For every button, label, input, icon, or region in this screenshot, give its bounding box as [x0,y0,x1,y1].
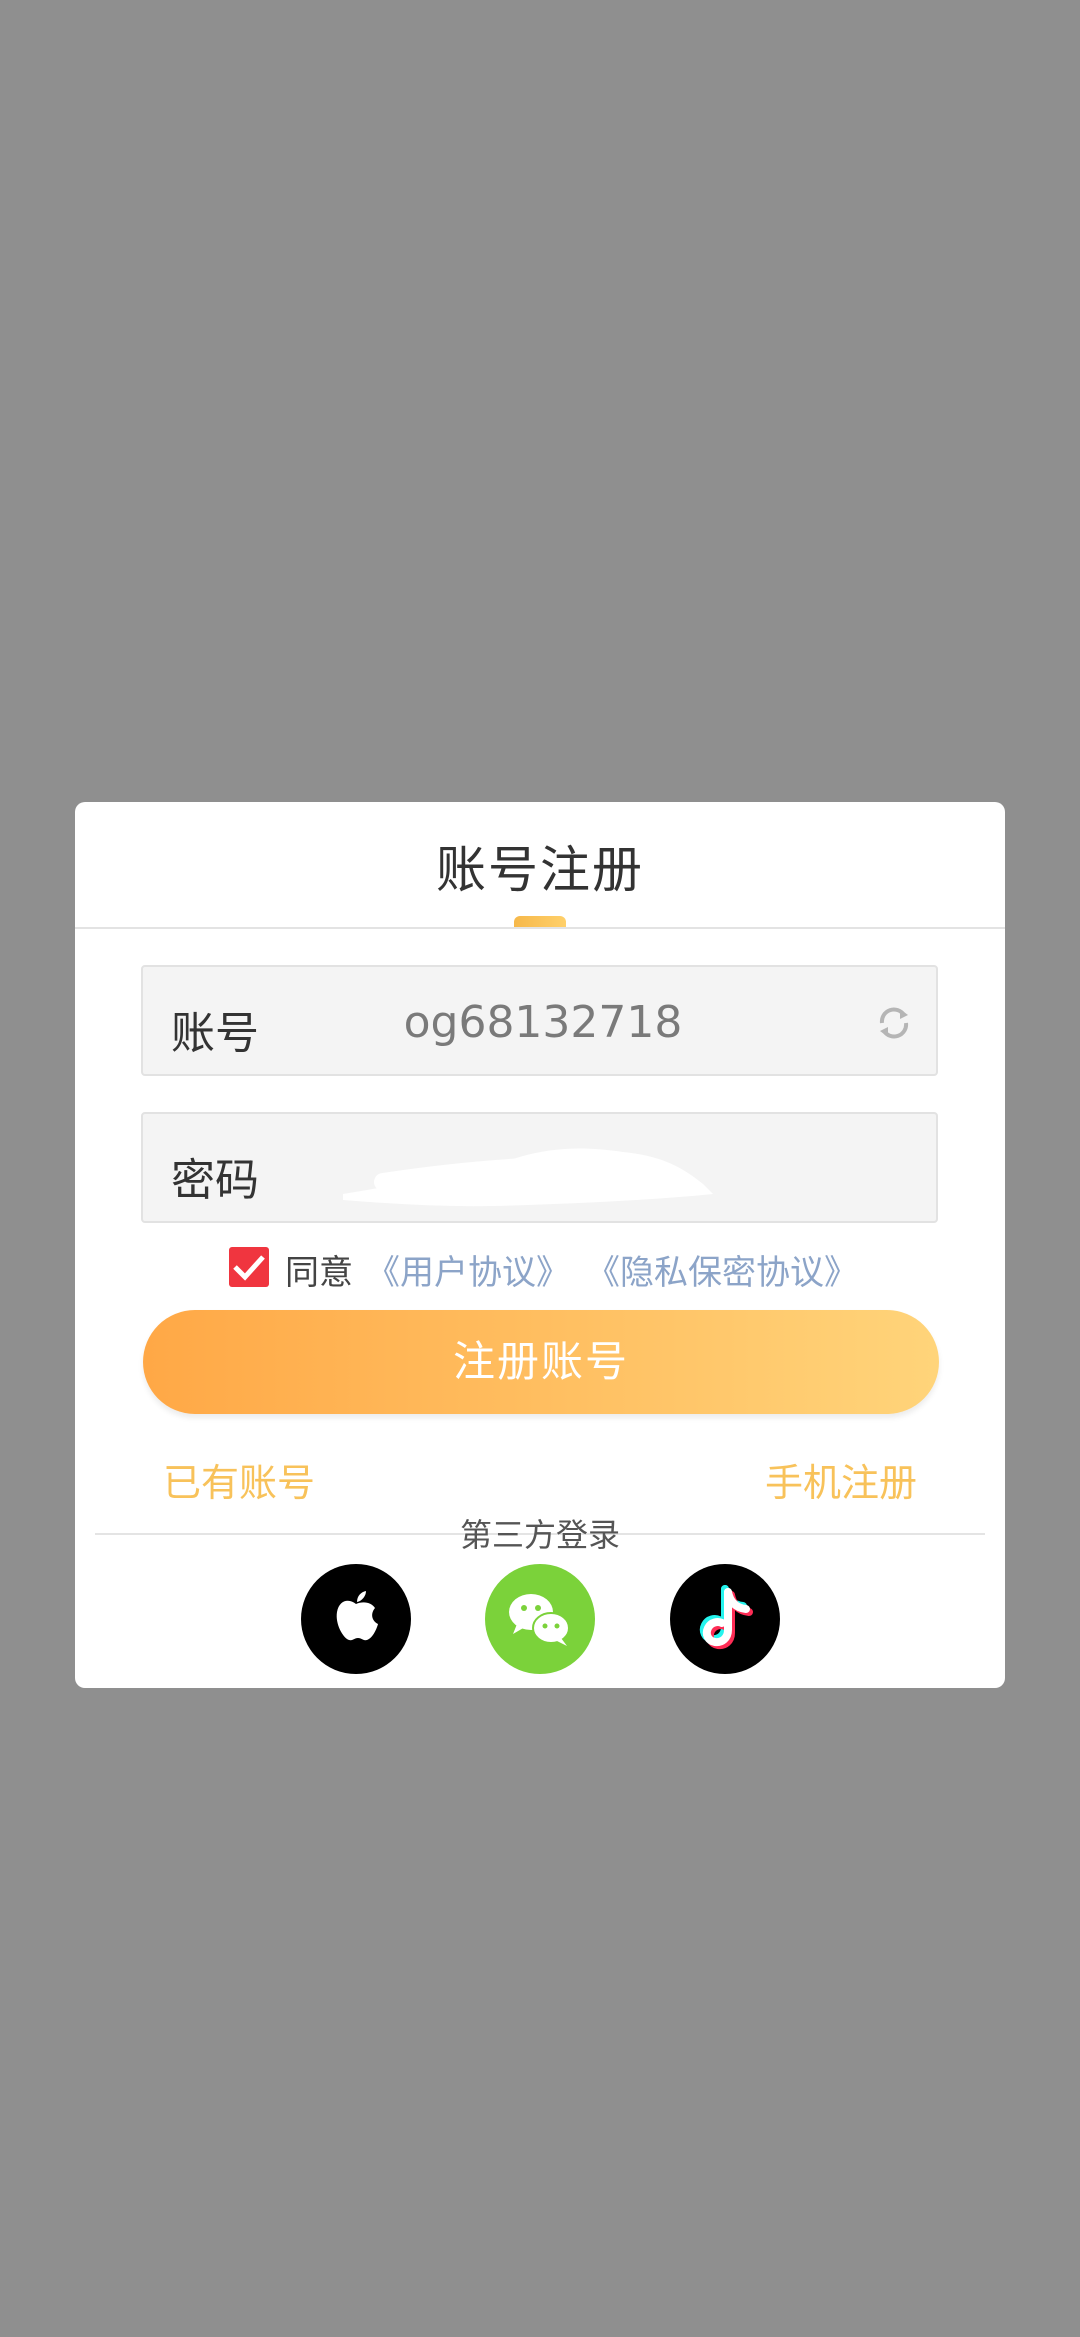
password-masked-value[interactable] [323,1134,733,1214]
wechat-icon [509,1594,570,1646]
refresh-icon[interactable] [874,1003,914,1043]
privacy-agreement-link[interactable]: 《隐私保密协议》 [586,1245,858,1294]
phone-register-link[interactable]: 手机注册 [765,1452,917,1507]
agree-checkbox[interactable] [229,1247,269,1287]
header-divider [75,927,1005,929]
tiktok-login-button[interactable] [670,1564,780,1674]
register-dialog: 账号注册 账号 og68132718 密码 同意 《用户协议》 《隐私保密协议》… [75,802,1005,1688]
account-label: 账号 [171,1008,259,1059]
apple-icon [336,1591,378,1641]
register-button[interactable]: 注册账号 [143,1310,939,1414]
dialog-title: 账号注册 [436,841,644,899]
tiktok-icon [699,1585,753,1650]
account-value[interactable]: og68132718 [343,997,743,1048]
user-agreement-link[interactable]: 《用户协议》 [366,1245,570,1294]
apple-login-button[interactable] [301,1564,411,1674]
account-field[interactable]: 账号 og68132718 [141,965,938,1076]
have-account-link[interactable]: 已有账号 [163,1452,315,1507]
password-field[interactable]: 密码 [141,1112,938,1223]
agree-text: 同意 [285,1253,353,1293]
wechat-login-button[interactable] [485,1564,595,1674]
third-party-label: 第三方登录 [459,1516,620,1554]
password-label: 密码 [171,1155,259,1206]
